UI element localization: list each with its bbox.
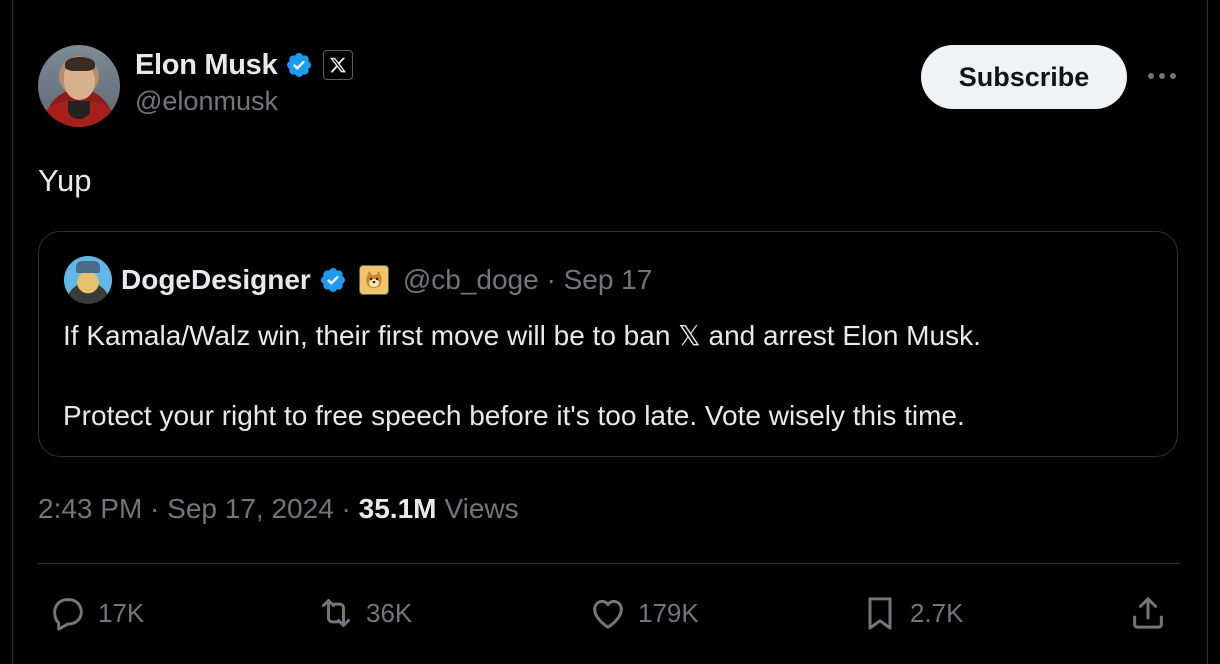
doge-face-glyph xyxy=(366,271,382,288)
meta-separator: · xyxy=(333,493,359,524)
more-horizontal-icon[interactable] xyxy=(1144,62,1180,90)
quoted-tweet-paragraph: Protect your right to free speech before… xyxy=(63,400,965,431)
quoted-author-name[interactable]: DogeDesigner xyxy=(121,264,311,296)
actions-divider xyxy=(38,563,1180,564)
bookmark-icon xyxy=(868,597,892,630)
bookmark-button[interactable]: 2.7K xyxy=(860,585,964,641)
repost-count: 36K xyxy=(366,597,413,628)
left-border xyxy=(12,0,13,664)
author-handle[interactable]: @elonmusk xyxy=(135,86,278,117)
verified-badge-icon[interactable] xyxy=(285,51,313,79)
avatar-hair-shape xyxy=(65,57,95,71)
author-name[interactable]: Elon Musk xyxy=(135,49,278,82)
like-count: 179K xyxy=(638,597,699,628)
repost-icon xyxy=(322,599,350,627)
tweet-text: Yup xyxy=(38,163,92,198)
tweet-actions-bar: 17K 36K 179K 2.7K xyxy=(0,585,1220,641)
heart-icon xyxy=(593,599,623,629)
x-logo-glyph xyxy=(330,57,347,73)
quoted-tweet-card[interactable]: DogeDesigner @cb_doge · Sep 17 If Kamala… xyxy=(38,231,1178,457)
reply-button[interactable]: 17K xyxy=(48,585,144,641)
views-count[interactable]: 35.1M xyxy=(359,493,437,525)
meta-separator: · xyxy=(142,493,168,524)
quoted-tweet-paragraph: If Kamala/Walz win, their first move wil… xyxy=(63,320,981,351)
quoted-author-handle-date[interactable]: @cb_doge · Sep 17 xyxy=(403,264,652,296)
quoted-tweet-header: DogeDesigner @cb_doge · Sep 17 xyxy=(121,260,652,300)
reply-count: 17K xyxy=(98,597,145,628)
subscribe-button[interactable]: Subscribe xyxy=(921,45,1127,109)
quoted-author-avatar[interactable] xyxy=(64,256,112,304)
share-icon xyxy=(1133,597,1163,629)
more-dots-glyph xyxy=(1148,73,1176,79)
views-label: Views xyxy=(444,493,519,524)
verified-badge-icon xyxy=(320,268,345,292)
tweet-time[interactable]: 2:43 PM xyxy=(38,493,142,525)
author-avatar[interactable] xyxy=(38,45,120,127)
reply-icon xyxy=(53,598,83,631)
quoted-tweet-text: If Kamala/Walz win, their first move wil… xyxy=(63,316,1163,436)
bookmark-count: 2.7K xyxy=(910,597,964,628)
doge-badge-icon xyxy=(358,265,389,295)
tweet-date[interactable]: Sep 17, 2024 xyxy=(167,493,334,525)
tweet-metadata: 2:43 PM · Sep 17, 2024 · 35.1M Views xyxy=(38,493,519,525)
author-name-row: Elon Musk xyxy=(135,46,354,84)
like-button[interactable]: 179K xyxy=(588,585,699,641)
repost-button[interactable]: 36K xyxy=(316,585,412,641)
avatar-body-shape xyxy=(44,101,114,127)
right-border xyxy=(1207,0,1208,664)
share-button[interactable] xyxy=(1128,585,1168,641)
x-logo-icon[interactable] xyxy=(323,50,354,80)
